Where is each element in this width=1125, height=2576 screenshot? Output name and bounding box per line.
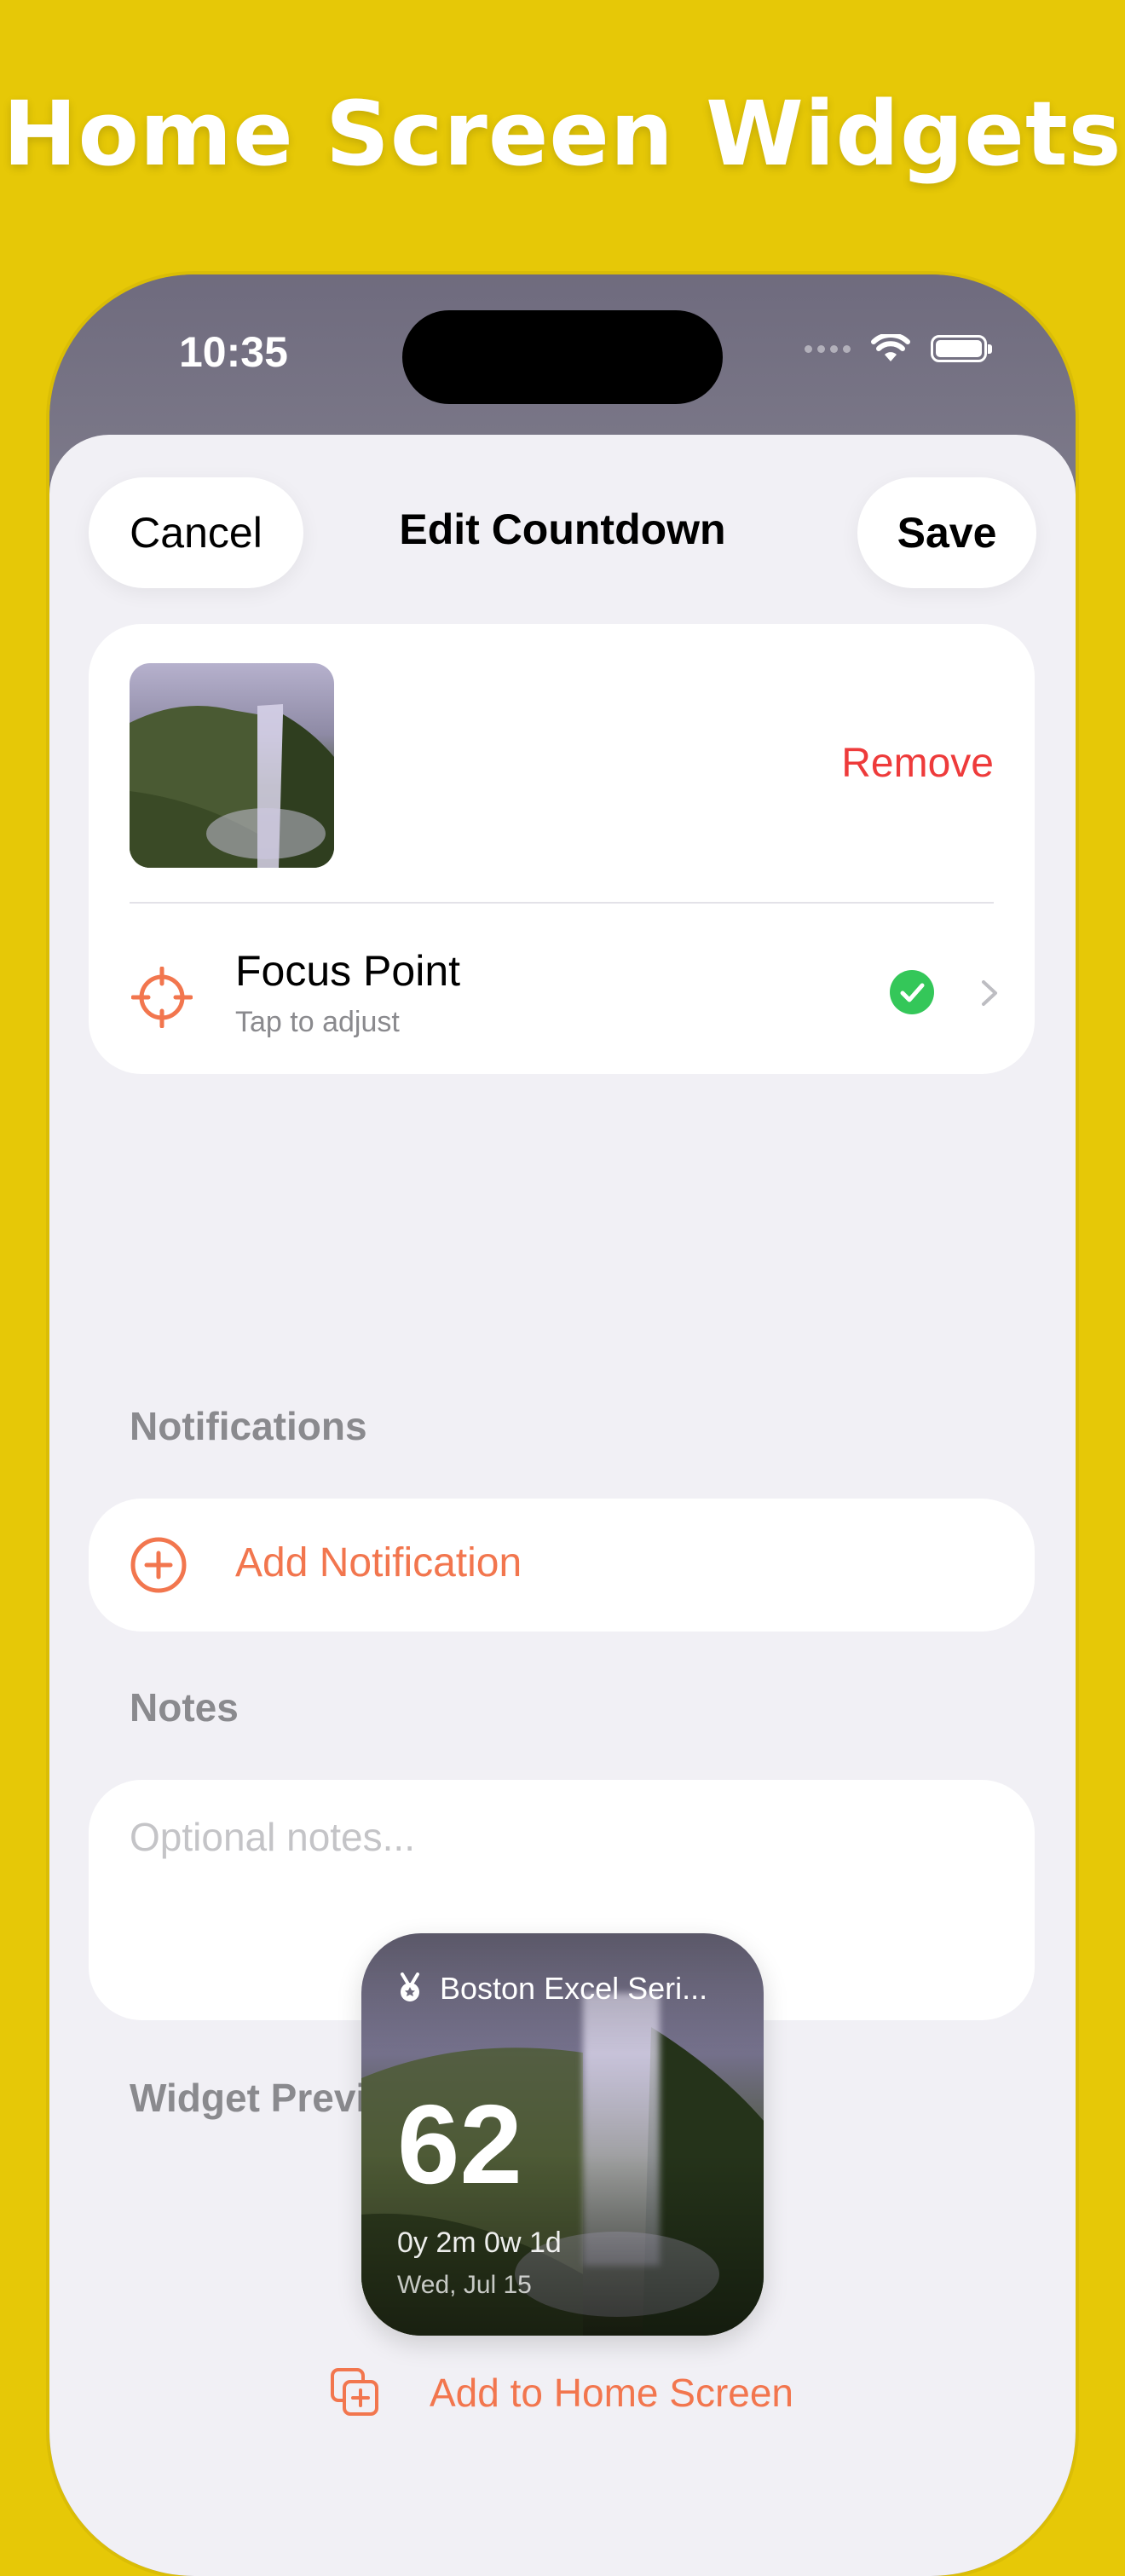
widget-preview: Boston Excel Seri... 62 0y 2m 0w 1d Wed,… bbox=[361, 1933, 764, 2336]
dynamic-island bbox=[402, 310, 723, 404]
cellular-signal-icon bbox=[805, 344, 851, 353]
checkmark-circle-icon bbox=[890, 970, 934, 1014]
focus-point-title[interactable]: Focus Point bbox=[235, 946, 460, 996]
promo-headline: Home Screen Widgets bbox=[3, 82, 1122, 186]
sheet-title: Edit Countdown bbox=[399, 505, 726, 553]
cancel-button[interactable]: Cancel bbox=[89, 477, 303, 588]
widget-title: Boston Excel Seri... bbox=[440, 1971, 708, 2006]
medal-icon bbox=[401, 1972, 419, 2001]
divider bbox=[130, 902, 994, 904]
add-to-home-screen-button[interactable]: Add to Home Screen bbox=[430, 2370, 793, 2416]
plus-circle-icon bbox=[130, 1537, 187, 1593]
focus-point-subtitle: Tap to adjust bbox=[235, 1006, 400, 1038]
widget-days-count: 62 bbox=[397, 2082, 522, 2207]
notes-section-label: Notes bbox=[130, 1685, 239, 1730]
crosshair-icon bbox=[131, 967, 193, 1028]
notes-input[interactable] bbox=[130, 1814, 982, 1860]
photo-thumbnail[interactable] bbox=[130, 663, 334, 868]
widget-duration: 0y 2m 0w 1d bbox=[397, 2227, 562, 2259]
add-to-home-icon[interactable] bbox=[329, 2366, 380, 2417]
notifications-section-label: Notifications bbox=[130, 1404, 367, 1448]
waterfall-image bbox=[130, 704, 334, 868]
status-time: 10:35 bbox=[179, 328, 288, 376]
save-button[interactable]: Save bbox=[857, 477, 1036, 588]
add-notification-label: Add Notification bbox=[235, 1540, 522, 1585]
remove-photo-button[interactable]: Remove bbox=[841, 740, 994, 787]
widget-date: Wed, Jul 15 bbox=[397, 2271, 532, 2299]
wifi-icon bbox=[871, 334, 910, 361]
status-icons bbox=[805, 334, 992, 363]
chevron-right-icon[interactable] bbox=[975, 977, 1004, 1009]
phone-frame: 10:35 Cancel Edit Countdown Save Remove … bbox=[49, 274, 1076, 2576]
add-notification-row[interactable]: Add Notification bbox=[89, 1499, 1035, 1632]
battery-icon bbox=[931, 335, 992, 362]
edit-sheet: Cancel Edit Countdown Save Remove Focus … bbox=[49, 435, 1076, 2576]
photo-card: Remove Focus Point Tap to adjust bbox=[89, 624, 1035, 1074]
